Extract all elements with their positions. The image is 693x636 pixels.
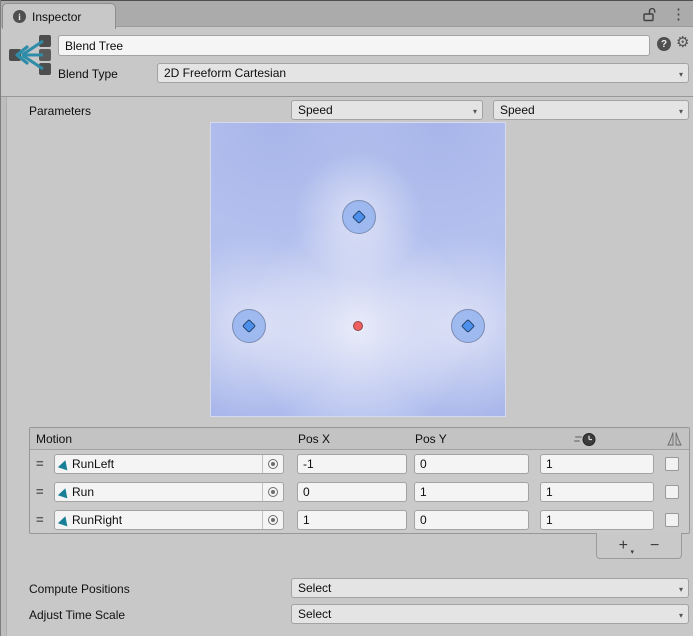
adjust-time-scale-dropdown[interactable]: Select ▾ xyxy=(291,604,689,624)
tab-inspector[interactable]: i Inspector xyxy=(2,3,116,29)
motion-point-runright[interactable] xyxy=(451,309,485,343)
motion-name: RunRight xyxy=(72,513,122,527)
motion-point-run[interactable] xyxy=(342,200,376,234)
drag-handle-icon[interactable]: = xyxy=(36,456,44,471)
drag-handle-icon[interactable]: = xyxy=(36,484,44,499)
pos-y-input[interactable] xyxy=(414,454,529,474)
mirror-icon xyxy=(667,431,682,450)
motion-name: Run xyxy=(72,485,94,499)
blendtree-header: ? ⚙ Blend Type 2D Freeform Cartesian ▾ xyxy=(1,27,693,97)
chevron-down-icon: ▾ xyxy=(679,70,683,79)
remove-motion-button[interactable]: − xyxy=(650,538,659,554)
motion-point-runleft[interactable] xyxy=(232,309,266,343)
motion-row: = RunLeft xyxy=(30,450,689,478)
chevron-down-icon: ▾ xyxy=(473,107,477,116)
tab-label: Inspector xyxy=(32,10,81,24)
blendtree-name-input[interactable] xyxy=(58,35,650,56)
column-header-pos-x: Pos X xyxy=(298,432,330,446)
parameter-y-value: Speed xyxy=(500,103,535,117)
mirror-checkbox[interactable] xyxy=(665,457,679,471)
motion-table-header: Motion Pos X Pos Y xyxy=(30,428,689,450)
parameters-label: Parameters xyxy=(29,104,91,118)
column-header-pos-y: Pos Y xyxy=(415,432,447,446)
speed-input[interactable] xyxy=(540,510,654,530)
blend-sample-dot[interactable] xyxy=(353,321,363,331)
parameter-x-value: Speed xyxy=(298,103,333,117)
motion-table: Motion Pos X Pos Y = xyxy=(29,427,690,534)
chevron-down-icon: ▾ xyxy=(679,611,683,620)
motion-row: = RunRight xyxy=(30,506,689,534)
pos-x-input[interactable] xyxy=(297,454,407,474)
blend-space-graph[interactable] xyxy=(210,122,506,417)
animation-clip-icon xyxy=(58,486,70,498)
add-motion-button[interactable]: +▾ xyxy=(619,538,628,554)
speed-input[interactable] xyxy=(540,482,654,502)
blend-type-dropdown[interactable]: 2D Freeform Cartesian ▾ xyxy=(157,63,689,83)
motion-object-field[interactable]: RunLeft xyxy=(54,454,284,474)
chevron-down-icon: ▾ xyxy=(630,549,634,556)
object-picker-icon[interactable] xyxy=(262,511,283,529)
blend-type-label: Blend Type xyxy=(58,67,118,81)
gear-icon[interactable]: ⚙ xyxy=(676,35,689,50)
drag-handle-icon[interactable]: = xyxy=(36,512,44,527)
motion-name: RunLeft xyxy=(72,457,114,471)
pos-x-input[interactable] xyxy=(297,510,407,530)
adjust-time-scale-value: Select xyxy=(298,607,331,621)
animation-clip-icon xyxy=(58,458,70,470)
chevron-down-icon: ▾ xyxy=(679,585,683,594)
adjust-time-scale-label: Adjust Time Scale xyxy=(29,608,125,622)
pos-x-input[interactable] xyxy=(297,482,407,502)
motion-object-field[interactable]: Run xyxy=(54,482,284,502)
motion-object-field[interactable]: RunRight xyxy=(54,510,284,530)
unlock-icon[interactable] xyxy=(642,7,657,22)
column-header-motion: Motion xyxy=(36,432,72,446)
motion-diamond-icon xyxy=(461,319,475,333)
speed-icon xyxy=(574,432,598,450)
motion-diamond-icon xyxy=(352,210,366,224)
info-icon: i xyxy=(13,10,26,23)
motion-list-footer: +▾ − xyxy=(596,533,682,559)
parameter-y-dropdown[interactable]: Speed ▾ xyxy=(493,100,689,120)
compute-positions-dropdown[interactable]: Select ▾ xyxy=(291,578,689,598)
motion-row: = Run xyxy=(30,478,689,506)
object-picker-icon[interactable] xyxy=(262,483,283,501)
inspector-window: i Inspector ⋮ xyxy=(0,0,693,636)
blend-type-value: 2D Freeform Cartesian xyxy=(164,66,286,80)
compute-positions-label: Compute Positions xyxy=(29,582,130,596)
kebab-menu-icon[interactable]: ⋮ xyxy=(671,7,686,22)
speed-input[interactable] xyxy=(540,454,654,474)
left-gutter xyxy=(1,27,7,636)
pos-y-input[interactable] xyxy=(414,482,529,502)
tab-strip: i Inspector ⋮ xyxy=(1,0,693,27)
mirror-checkbox[interactable] xyxy=(665,513,679,527)
parameter-x-dropdown[interactable]: Speed ▾ xyxy=(291,100,483,120)
chevron-down-icon: ▾ xyxy=(679,107,683,116)
object-picker-icon[interactable] xyxy=(262,455,283,473)
compute-positions-value: Select xyxy=(298,581,331,595)
animation-clip-icon xyxy=(58,514,70,526)
mirror-checkbox[interactable] xyxy=(665,485,679,499)
blend-tree-icon xyxy=(9,35,53,78)
help-icon[interactable]: ? xyxy=(657,37,671,51)
motion-diamond-icon xyxy=(242,319,256,333)
pos-y-input[interactable] xyxy=(414,510,529,530)
